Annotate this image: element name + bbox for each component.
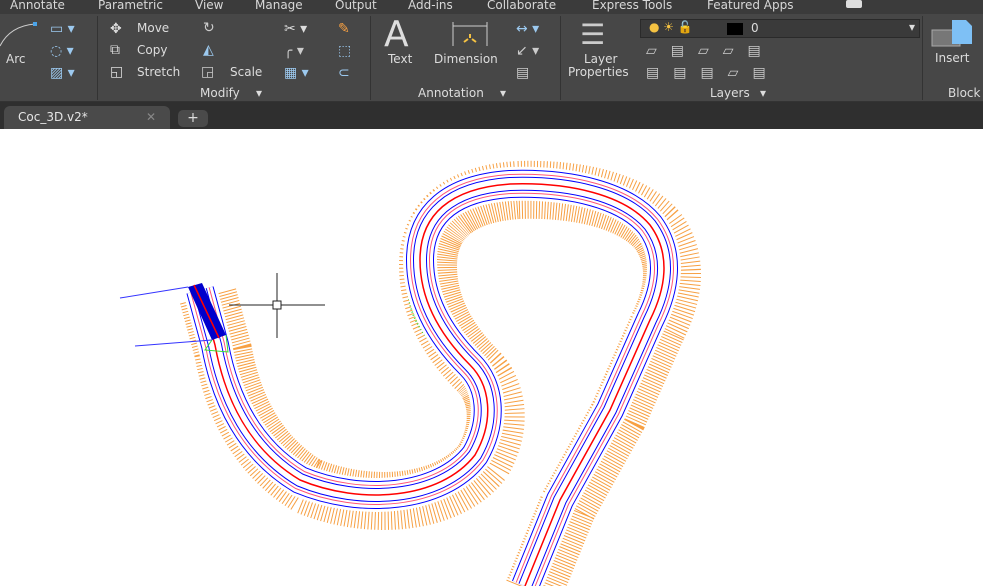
chevron-down-icon: ▾ [908,20,915,34]
scale-icon: ◲ [201,64,215,80]
move-button[interactable]: Move [137,21,169,35]
layer-tools-row2-icons[interactable]: ▤▤▤▱▤ [646,66,780,80]
rectangle-icon[interactable]: ▭ ▾ [50,22,75,36]
menu-manage[interactable]: Manage [255,0,303,12]
leader-icon[interactable]: ↙ ▾ [516,44,539,58]
layer-dropdown[interactable]: ● ☀ 🔓 0 ▾ [640,19,920,38]
minimize-ribbon-icon[interactable] [846,0,862,8]
array-icon[interactable]: ▦ ▾ [284,66,309,80]
insert-button[interactable]: Insert [935,51,969,65]
file-tab[interactable]: Coc_3D.v2* ✕ [4,106,170,129]
menu-bar: Annotate Parametric View Manage Output A… [0,0,983,14]
ribbon: Arc ▭ ▾ ◌ ▾ ▨ ▾ ✥ Move ⧉ Copy ◱ Stretch … [0,14,983,102]
modify-panel-title[interactable]: Modify [200,86,240,100]
move-icon: ✥ [110,21,122,37]
dimension-icon [452,22,488,46]
copy-icon: ⧉ [110,42,120,58]
stretch-icon: ◱ [110,64,124,80]
linear-dimension-icon[interactable]: ↔ ▾ [516,22,539,36]
menu-collaborate[interactable]: Collaborate [487,0,556,12]
crosshair-cursor [229,273,325,338]
chevron-down-icon[interactable]: ▾ [760,86,766,100]
fillet-icon[interactable]: ╭ ▾ [284,44,304,58]
drawing-canvas[interactable] [0,129,983,586]
explode-icon[interactable]: ⬚ [338,44,351,58]
layer-properties-button[interactable]: Properties [568,65,629,79]
trim-icon[interactable]: ✂ ▾ [284,22,307,36]
menu-express-tools[interactable]: Express Tools [592,0,672,12]
layer-on-icon[interactable]: ● ☀ 🔓 [649,20,693,34]
erase-icon[interactable]: ✎ [338,22,350,36]
table-icon[interactable]: ▤ [516,66,529,80]
layer-tools-row1-icons[interactable]: ▱▤▱▱▤ [646,44,775,58]
menu-parametric[interactable]: Parametric [98,0,163,12]
current-layer-name: 0 [751,21,759,35]
layer-properties-icon: ☰ [580,18,606,51]
copy-button[interactable]: Copy [137,43,167,57]
chevron-down-icon[interactable]: ▾ [256,86,262,100]
arc-button[interactable]: Arc [6,52,25,66]
stretch-button[interactable]: Stretch [137,65,180,79]
menu-output[interactable]: Output [335,0,377,12]
block-panel-title[interactable]: Block [948,86,980,100]
menu-view[interactable]: View [195,0,223,12]
menu-featured-apps[interactable]: Featured Apps [707,0,793,12]
close-icon[interactable]: ✕ [146,110,156,124]
dimension-button[interactable]: Dimension [434,52,498,66]
file-tab-bar: Coc_3D.v2* ✕ + [0,102,983,129]
chevron-down-icon[interactable]: ▾ [500,86,506,100]
layer-color-swatch[interactable] [727,23,743,35]
menu-annotate[interactable]: Annotate [10,0,65,12]
offset-icon[interactable]: ⊂ [338,66,350,80]
insert-block-icon [931,20,972,47]
new-tab-button[interactable]: + [178,110,208,127]
annotation-panel-title[interactable]: Annotation [418,86,484,100]
file-tab-label: Coc_3D.v2* [18,110,88,124]
text-icon: A [384,14,409,55]
text-button[interactable]: Text [388,52,412,66]
layer-properties-label[interactable]: Layer [584,52,617,66]
scale-button[interactable]: Scale [230,65,262,79]
layers-panel-title[interactable]: Layers [710,86,750,100]
arc-icon [0,22,37,47]
hatch-icon[interactable]: ▨ ▾ [50,66,75,80]
menu-add-ins[interactable]: Add-ins [408,0,453,12]
ellipse-icon[interactable]: ◌ ▾ [50,44,74,58]
rotate-icon[interactable]: ↻ [203,21,215,35]
mirror-icon[interactable]: ◭ [203,43,214,57]
